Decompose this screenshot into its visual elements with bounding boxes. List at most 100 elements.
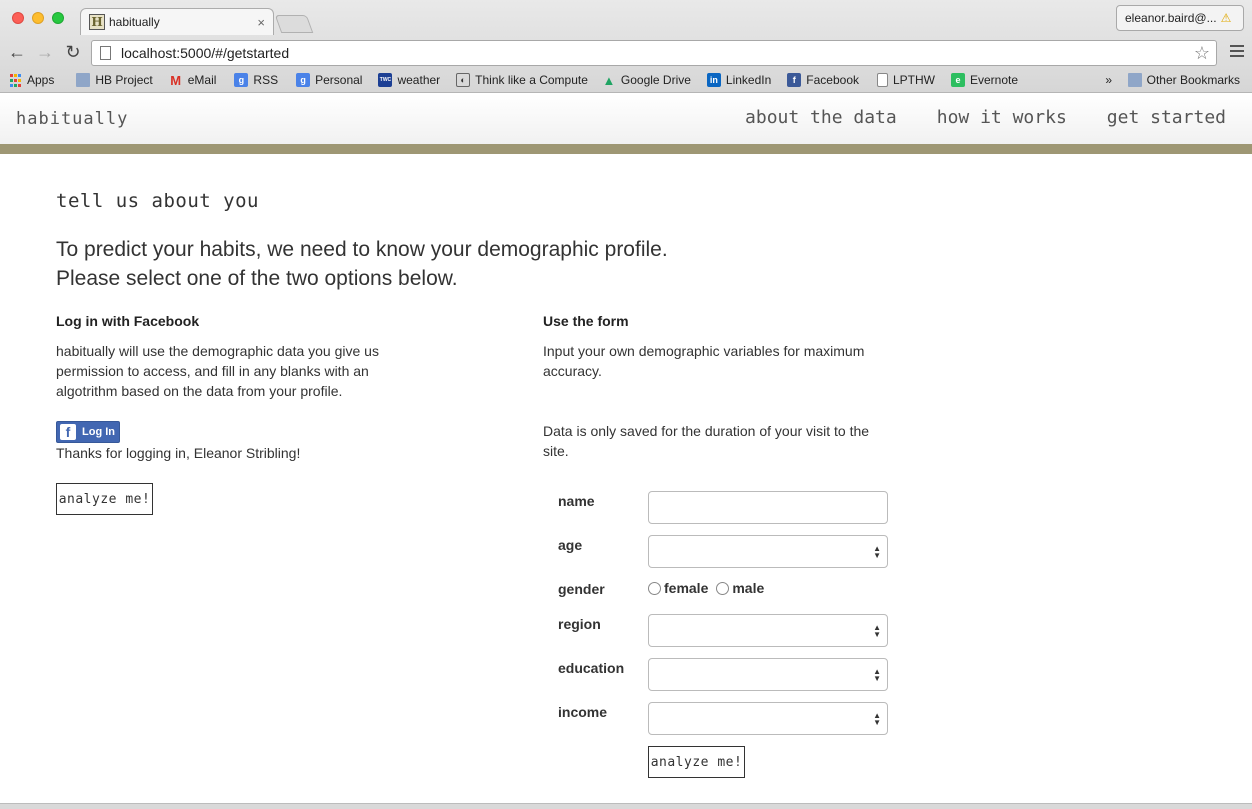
gender-radio-group: female male bbox=[648, 580, 764, 596]
facebook-description: habitually will use the demographic data… bbox=[56, 343, 379, 399]
zoom-window-button[interactable] bbox=[52, 12, 64, 24]
facebook-login-button[interactable]: f Log In bbox=[56, 421, 120, 443]
warning-icon: ⚠ bbox=[1220, 11, 1232, 25]
age-label: age bbox=[558, 537, 583, 553]
browser-chrome: H habitually × eleanor.baird@... ⚠ ← → ↻… bbox=[0, 0, 1252, 93]
select-arrows-icon: ▲ ▼ bbox=[873, 623, 881, 639]
login-thanks-message: Thanks for logging in, Eleanor Stribling… bbox=[56, 445, 301, 461]
bookmark-label: HB Project bbox=[95, 73, 153, 87]
facebook-login-label: Log In bbox=[82, 426, 115, 438]
bookmark-label: Google Drive bbox=[620, 73, 691, 87]
region-label: region bbox=[558, 616, 601, 632]
form-description: Input your own demographic variables for… bbox=[543, 343, 865, 379]
bookmark-label: Think like a Compute bbox=[475, 73, 588, 87]
bookmark-star-icon[interactable]: ☆ bbox=[1194, 43, 1210, 64]
profile-button[interactable]: eleanor.baird@... ⚠ bbox=[1116, 5, 1244, 31]
back-arrow-icon[interactable]: ← bbox=[6, 41, 28, 63]
income-label: income bbox=[558, 704, 608, 720]
folder-icon bbox=[1127, 73, 1142, 87]
bookmark-evernote[interactable]: e Evernote bbox=[951, 73, 1018, 87]
apps-grid-icon bbox=[8, 73, 22, 87]
close-window-button[interactable] bbox=[12, 12, 24, 24]
bookmarks-bar: Apps HB Project M eMail g RSS g Personal… bbox=[0, 69, 1252, 91]
bookmark-label: eMail bbox=[187, 73, 217, 87]
intro-line-1: To predict your habits, we need to know … bbox=[56, 238, 668, 261]
bookmark-think-like-a-computer[interactable]: ◐ Think like a Compute bbox=[456, 73, 588, 87]
page-icon bbox=[100, 46, 111, 60]
gender-male-radio[interactable] bbox=[716, 581, 730, 595]
bookmark-linkedin[interactable]: in LinkedIn bbox=[706, 73, 772, 87]
bookmark-label: Apps bbox=[27, 73, 55, 87]
bookmark-rss[interactable]: g RSS bbox=[234, 73, 278, 87]
google-icon: g bbox=[296, 73, 311, 87]
tab-title: habitually bbox=[109, 15, 160, 29]
evernote-icon: e bbox=[951, 73, 965, 87]
facebook-icon: f bbox=[787, 73, 802, 87]
gender-male-label[interactable]: male bbox=[732, 580, 764, 596]
education-label: education bbox=[558, 660, 625, 676]
bookmark-google-drive[interactable]: ▲ Google Drive bbox=[602, 72, 691, 88]
reload-icon[interactable]: ↻ bbox=[62, 41, 84, 63]
weather-channel-icon: TWC bbox=[378, 73, 393, 87]
bookmark-label: Evernote bbox=[970, 73, 1019, 87]
analyze-form-button[interactable]: analyze me! bbox=[648, 746, 745, 778]
facebook-section-title: Log in with Facebook bbox=[56, 313, 200, 329]
facebook-icon: f bbox=[60, 424, 76, 440]
nav-about-the-data[interactable]: about the data bbox=[745, 107, 897, 128]
bookmark-label: Facebook bbox=[806, 73, 859, 87]
region-select[interactable]: ▲ ▼ bbox=[648, 614, 888, 647]
browser-tab[interactable]: H habitually × bbox=[80, 8, 274, 35]
bookmark-label: RSS bbox=[253, 73, 279, 87]
bookmark-email[interactable]: M eMail bbox=[169, 72, 217, 88]
url-text[interactable]: localhost:5000/#/getstarted bbox=[121, 45, 1194, 61]
bookmark-label: LinkedIn bbox=[725, 73, 772, 87]
bookmark-apps[interactable]: Apps bbox=[8, 73, 54, 87]
header-accent-band bbox=[0, 144, 1252, 154]
bookmark-lpthw[interactable]: LPTHW bbox=[877, 73, 935, 87]
education-select[interactable]: ▲ ▼ bbox=[648, 658, 888, 691]
toolbar: ← → ↻ localhost:5000/#/getstarted ☆ bbox=[0, 38, 1252, 68]
other-bookmarks-label: Other Bookmarks bbox=[1146, 73, 1240, 87]
form-section-title: Use the form bbox=[543, 313, 629, 329]
gender-female-label[interactable]: female bbox=[664, 580, 708, 596]
new-tab-button[interactable] bbox=[274, 15, 314, 33]
intro-text: To predict your habits, we need to know … bbox=[56, 235, 756, 293]
bookmark-label: weather bbox=[397, 73, 441, 87]
page-icon bbox=[877, 73, 888, 87]
bookmark-facebook[interactable]: f Facebook bbox=[787, 73, 859, 87]
page-heading: tell us about you bbox=[56, 190, 259, 212]
bookmark-weather[interactable]: TWC weather bbox=[378, 73, 440, 87]
drive-icon: ▲ bbox=[602, 72, 616, 88]
linkedin-icon: in bbox=[706, 73, 721, 87]
close-tab-icon[interactable]: × bbox=[257, 15, 265, 30]
address-bar[interactable]: localhost:5000/#/getstarted ☆ bbox=[91, 40, 1217, 66]
select-arrows-icon: ▲ ▼ bbox=[873, 667, 881, 683]
age-select[interactable]: ▲ ▼ bbox=[648, 535, 888, 568]
page-icon: ◐ bbox=[456, 73, 471, 87]
more-bookmarks-chevron-icon[interactable]: » bbox=[1105, 73, 1112, 87]
site-header: habitually about the data how it works g… bbox=[0, 94, 1252, 144]
profile-name: eleanor.baird@... bbox=[1125, 11, 1217, 25]
site-brand[interactable]: habitually bbox=[16, 109, 128, 129]
nav-get-started[interactable]: get started bbox=[1107, 107, 1226, 128]
bookmark-label: LPTHW bbox=[893, 73, 935, 87]
analyze-facebook-button[interactable]: analyze me! bbox=[56, 483, 153, 515]
gmail-icon: M bbox=[170, 72, 182, 88]
name-input[interactable] bbox=[648, 491, 888, 524]
forward-arrow-icon[interactable]: → bbox=[34, 41, 56, 63]
google-icon: g bbox=[234, 73, 249, 87]
bookmark-label: Personal bbox=[315, 73, 363, 87]
select-arrows-icon: ▲ ▼ bbox=[873, 544, 881, 560]
bookmark-personal[interactable]: g Personal bbox=[296, 73, 362, 87]
gender-female-radio[interactable] bbox=[648, 581, 661, 595]
bookmark-hb-project[interactable]: HB Project bbox=[76, 73, 153, 87]
nav-how-it-works[interactable]: how it works bbox=[937, 107, 1067, 128]
other-bookmarks[interactable]: Other Bookmarks bbox=[1127, 73, 1240, 87]
intro-line-2: Please select one of the two options bel… bbox=[56, 267, 458, 290]
folder-icon bbox=[76, 73, 91, 87]
site-nav: about the data how it works get started bbox=[745, 107, 1226, 128]
chrome-menu-icon[interactable] bbox=[1230, 45, 1244, 57]
minimize-window-button[interactable] bbox=[32, 12, 44, 24]
income-select[interactable]: ▲ ▼ bbox=[648, 702, 888, 735]
window-bottom-edge bbox=[0, 803, 1252, 809]
